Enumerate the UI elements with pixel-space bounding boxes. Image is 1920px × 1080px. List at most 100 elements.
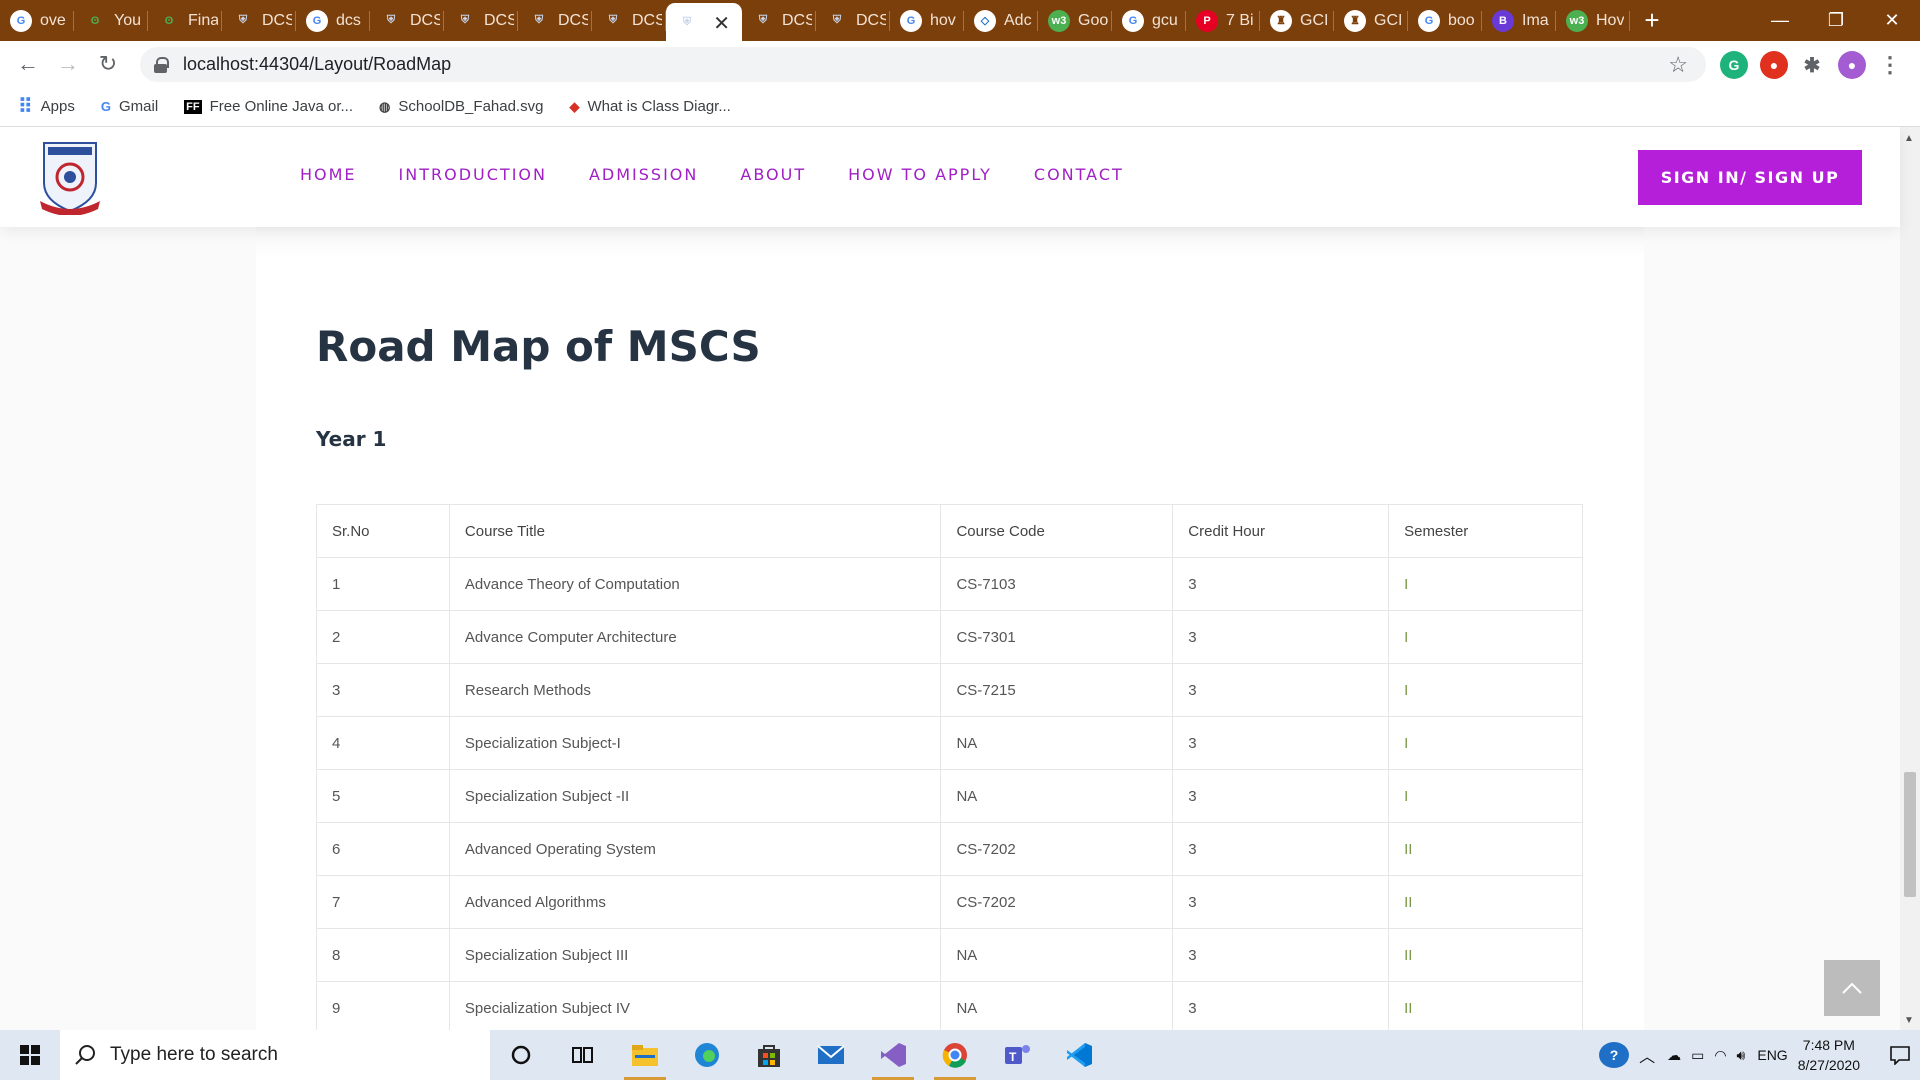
nav-link-home[interactable]: HOME bbox=[300, 165, 357, 184]
tray-chevron-up-icon[interactable]: ︿ bbox=[1639, 1043, 1655, 1067]
browser-tab[interactable]: P 7 Bi bbox=[1186, 0, 1260, 41]
bookmark-star-icon[interactable]: ☆ bbox=[1668, 52, 1688, 78]
tab-title: hov bbox=[930, 11, 956, 29]
nav-link-admission[interactable]: ADMISSION bbox=[589, 165, 698, 184]
browser-tab[interactable]: ♜ GCI bbox=[1334, 0, 1408, 41]
table-row: 1 Advance Theory of Computation CS-7103 3 I bbox=[316, 557, 1583, 611]
battery-icon[interactable]: ▭ bbox=[1691, 1047, 1704, 1064]
browser-tab[interactable]: ⛨ DCS bbox=[370, 0, 444, 41]
reload-icon[interactable]: ↻ bbox=[88, 51, 128, 77]
browser-tab[interactable]: ⛨ DCS bbox=[742, 0, 816, 41]
browser-tab[interactable]: ⛨ DCS bbox=[444, 0, 518, 41]
vscode-icon[interactable] bbox=[1048, 1030, 1110, 1080]
bookmark-item[interactable]: G Gmail bbox=[101, 98, 158, 115]
profile-avatar-icon[interactable]: ● bbox=[1838, 51, 1866, 79]
browser-tab[interactable]: ʘ Fina bbox=[148, 0, 222, 41]
teams-icon[interactable]: T bbox=[986, 1030, 1048, 1080]
sign-in-sign-up-button[interactable]: SIGN IN/ SIGN UP bbox=[1638, 150, 1862, 205]
scrollbar-thumb[interactable] bbox=[1904, 772, 1916, 897]
windows-logo-icon bbox=[20, 1045, 40, 1065]
pinterest-icon: P bbox=[1196, 9, 1218, 32]
browser-tab[interactable]: ⛨ DCS bbox=[592, 0, 666, 41]
shield-icon: ⛨ bbox=[386, 14, 396, 26]
grammarly-icon[interactable]: G bbox=[1720, 51, 1748, 79]
browser-tab[interactable]: Gove bbox=[0, 0, 74, 41]
forward-icon[interactable]: → bbox=[48, 51, 88, 77]
new-tab-button[interactable]: + bbox=[1630, 0, 1674, 41]
page-scrollbar[interactable]: ▲ ▼ bbox=[1900, 127, 1920, 1030]
onedrive-cloud-icon[interactable]: ☁ bbox=[1667, 1047, 1681, 1064]
bookmark-item[interactable]: ◆ What is Class Diagr... bbox=[569, 98, 730, 115]
browser-tab[interactable]: B Ima bbox=[1482, 0, 1556, 41]
browser-tab[interactable]: Ghov bbox=[890, 0, 964, 41]
nav-link-about[interactable]: ABOUT bbox=[740, 165, 806, 184]
bookmark-item[interactable]: ◍ SchoolDB_Fahad.svg bbox=[379, 98, 543, 115]
back-to-top-button[interactable] bbox=[1824, 960, 1880, 1016]
volume-icon[interactable]: 🔊︎ bbox=[1737, 1047, 1746, 1064]
column-header: Sr.No bbox=[316, 504, 450, 558]
nav-link-introduction[interactable]: INTRODUCTION bbox=[399, 165, 547, 184]
scroll-up-arrow-icon[interactable]: ▲ bbox=[1904, 133, 1914, 144]
nav-link-contact[interactable]: CONTACT bbox=[1034, 165, 1124, 184]
tab-title: ove bbox=[40, 11, 66, 29]
restore-button[interactable]: ❐ bbox=[1808, 0, 1864, 41]
chrome-icon[interactable] bbox=[924, 1030, 986, 1080]
shield-icon: ⛨ bbox=[758, 14, 768, 26]
bookmark-label: Free Online Java or... bbox=[209, 98, 354, 115]
menu-kebab-icon[interactable]: ⋮ bbox=[1876, 51, 1904, 79]
task-view-icon[interactable] bbox=[552, 1030, 614, 1080]
browser-tab[interactable]: ⛨ DCS bbox=[222, 0, 296, 41]
wifi-icon[interactable]: ◠ bbox=[1714, 1047, 1726, 1064]
close-window-button[interactable]: ✕ bbox=[1864, 0, 1920, 41]
edge-browser-icon[interactable] bbox=[676, 1030, 738, 1080]
tab-title: Goo bbox=[1078, 11, 1108, 29]
browser-tab[interactable]: ⛨ DCS bbox=[518, 0, 592, 41]
address-bar[interactable]: localhost:44304/Layout/RoadMap ☆ bbox=[140, 47, 1706, 82]
browser-tab[interactable]: Gdcs bbox=[296, 0, 370, 41]
notifications-icon[interactable] bbox=[1880, 1045, 1920, 1065]
table-cell: 2 bbox=[316, 610, 450, 664]
table-cell: Specialization Subject III bbox=[448, 928, 942, 982]
lock-icon[interactable] bbox=[154, 57, 169, 73]
browser-tab[interactable]: ♜ GCI bbox=[1260, 0, 1334, 41]
visual-studio-icon[interactable] bbox=[862, 1030, 924, 1080]
adblock-icon[interactable]: ● bbox=[1760, 51, 1788, 79]
taskbar-search-box[interactable]: Type here to search bbox=[60, 1030, 490, 1080]
browser-tab[interactable]: ◇ Adc bbox=[964, 0, 1038, 41]
browser-tab-active[interactable]: ⛨ ✕ bbox=[666, 3, 742, 41]
bookmark-item[interactable]: FF Free Online Java or... bbox=[184, 98, 353, 115]
browser-tab[interactable]: w3 Hov bbox=[1556, 0, 1630, 41]
nav-link-how-to-apply[interactable]: HOW TO APPLY bbox=[848, 165, 992, 184]
browser-tab[interactable]: ʘ You bbox=[74, 0, 148, 41]
language-indicator[interactable]: ENG bbox=[1757, 1047, 1787, 1063]
minimize-button[interactable]: — bbox=[1752, 0, 1808, 41]
start-button[interactable] bbox=[0, 1030, 60, 1080]
browser-tab[interactable]: ⛨ DCS bbox=[816, 0, 890, 41]
back-icon[interactable]: ← bbox=[8, 51, 48, 77]
help-icon[interactable]: ? bbox=[1599, 1042, 1630, 1068]
taskbar-search-placeholder[interactable]: Type here to search bbox=[110, 1044, 278, 1066]
browser-tab[interactable]: w3 Goo bbox=[1038, 0, 1112, 41]
browser-tab[interactable]: Gboo bbox=[1408, 0, 1482, 41]
store-icon[interactable] bbox=[738, 1030, 800, 1080]
bookmark-item[interactable]: ⠿ Apps bbox=[18, 94, 75, 119]
google-icon: G bbox=[10, 9, 32, 32]
university-logo-icon[interactable] bbox=[38, 139, 102, 215]
close-tab-icon[interactable]: ✕ bbox=[713, 11, 730, 36]
table-row: 5 Specialization Subject -II NA 3 I bbox=[316, 769, 1583, 823]
table-cell: II bbox=[1388, 928, 1583, 982]
url-text[interactable]: localhost:44304/Layout/RoadMap bbox=[183, 54, 451, 75]
tab-title: boo bbox=[1448, 11, 1475, 29]
table-row: 2 Advance Computer Architecture CS-7301 3 I bbox=[316, 610, 1583, 664]
browser-tab[interactable]: Ggcu bbox=[1112, 0, 1186, 41]
mail-icon[interactable] bbox=[800, 1030, 862, 1080]
google-icon: G bbox=[900, 9, 922, 32]
scroll-down-arrow-icon[interactable]: ▼ bbox=[1904, 1015, 1914, 1026]
tab-title: gcu bbox=[1152, 11, 1178, 29]
cortana-icon[interactable] bbox=[490, 1030, 552, 1080]
file-explorer-icon[interactable] bbox=[614, 1030, 676, 1080]
extensions-puzzle-icon[interactable]: ✱ bbox=[1798, 51, 1826, 79]
windows-taskbar: Type here to search T ? ︿ ☁ ▭ ◠ 🔊︎ ENG 7… bbox=[0, 1030, 1920, 1080]
clock-time: 7:48 PM bbox=[1802, 1037, 1855, 1053]
clock[interactable]: 7:48 PM 8/27/2020 bbox=[1798, 1035, 1860, 1075]
